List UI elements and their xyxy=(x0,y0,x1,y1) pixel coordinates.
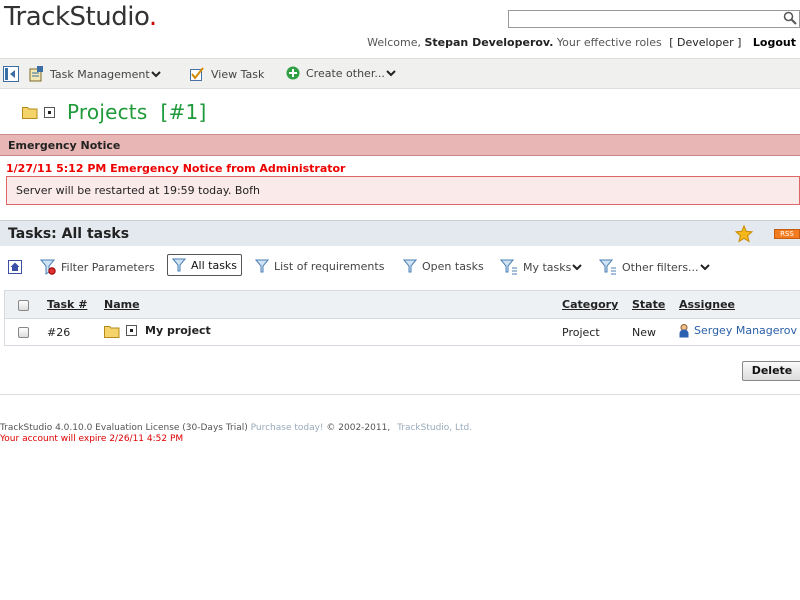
main-toolbar: Task Management View Task Create other..… xyxy=(0,58,800,89)
welcome-prefix: Welcome, xyxy=(367,36,421,49)
chevron-down-icon xyxy=(699,264,710,271)
user-icon xyxy=(679,324,689,341)
task-category: Project xyxy=(562,326,600,339)
user-name[interactable]: Stepan Developerov. xyxy=(424,36,553,49)
filter-parameters-button[interactable]: Filter Parameters xyxy=(40,259,155,275)
company-link[interactable]: TrackStudio, Ltd. xyxy=(397,423,472,433)
filter-icon xyxy=(255,259,269,273)
account-expire-notice: Your account will expire 2/26/11 4:52 PM xyxy=(0,434,184,444)
assignee-link[interactable]: Sergey Managerov xyxy=(694,324,797,337)
rss-button[interactable]: RSS xyxy=(774,229,800,239)
emergency-message: Server will be restarted at 19:59 today.… xyxy=(16,184,260,197)
logout-link[interactable]: Logout xyxy=(753,36,796,49)
view-task-icon xyxy=(190,67,204,81)
page-title-row: Projects [#1] xyxy=(22,100,206,124)
emergency-header-label: Emergency Notice xyxy=(8,139,121,152)
task-management-label: Task Management xyxy=(50,67,150,81)
emergency-message-box: Server will be restarted at 19:59 today.… xyxy=(6,176,800,205)
filter-settings-icon xyxy=(40,259,56,275)
page-title: Projects [#1] xyxy=(67,100,207,124)
footer-license: TrackStudio 4.0.10.0 Evaluation License … xyxy=(0,423,472,433)
search-icon[interactable] xyxy=(783,11,797,28)
task-number: #26 xyxy=(47,326,71,339)
filter-bar: Filter Parameters All tasks List of requ… xyxy=(0,250,800,282)
favorite-star-icon[interactable] xyxy=(734,224,754,246)
emergency-subtitle: 1/27/11 5:12 PM Emergency Notice from Ad… xyxy=(6,162,346,175)
emergency-header: Emergency Notice xyxy=(0,134,800,156)
tasks-title: Tasks: All tasks xyxy=(8,226,130,242)
copyright-text: © 2002-2011, xyxy=(326,423,391,433)
select-all-checkbox[interactable] xyxy=(18,300,29,311)
column-category[interactable]: Category xyxy=(562,298,618,311)
filter-stack-icon xyxy=(500,259,517,275)
table-header: Task # Name Category State Assignee xyxy=(5,291,800,319)
home-icon[interactable] xyxy=(8,260,27,274)
role-value: [ Developer ] xyxy=(669,36,742,49)
logo-text: TrackStudio xyxy=(4,2,149,32)
welcome-bar: Welcome, Stepan Developerov. Your effect… xyxy=(367,36,796,49)
all-tasks-filter[interactable]: All tasks xyxy=(167,254,243,276)
expand-icon[interactable] xyxy=(126,325,137,339)
filter-icon xyxy=(403,259,417,273)
search-box[interactable] xyxy=(508,10,800,28)
column-task-number[interactable]: Task # xyxy=(47,298,87,311)
my-tasks-label: My tasks xyxy=(523,260,572,274)
tasks-header: Tasks: All tasks RSS xyxy=(0,220,800,246)
table-row[interactable]: #26 My project Project New Sergey Manage… xyxy=(5,319,800,345)
license-text: TrackStudio 4.0.10.0 Evaluation License … xyxy=(0,423,248,433)
task-name-link[interactable]: My project xyxy=(145,324,211,337)
task-management-icon xyxy=(29,66,43,82)
list-of-requirements-filter[interactable]: List of requirements xyxy=(255,259,384,273)
purchase-link[interactable]: Purchase today! xyxy=(251,423,324,433)
search-input[interactable] xyxy=(509,11,779,27)
filter-parameters-label: Filter Parameters xyxy=(61,260,155,274)
folder-icon xyxy=(104,324,120,341)
app-logo[interactable]: TrackStudio. xyxy=(4,2,157,32)
task-state: New xyxy=(632,326,656,339)
logo-dot: . xyxy=(148,2,157,32)
roles-label: Your effective roles xyxy=(556,36,662,49)
other-filters-label: Other filters... xyxy=(622,260,699,274)
plus-icon xyxy=(286,66,300,80)
collapse-panel-icon[interactable] xyxy=(3,66,25,82)
expand-icon[interactable] xyxy=(44,106,55,118)
list-of-requirements-label: List of requirements xyxy=(274,259,385,273)
filter-stack-icon xyxy=(599,259,616,275)
open-tasks-label: Open tasks xyxy=(422,259,484,273)
task-management-menu[interactable]: Task Management xyxy=(28,66,161,82)
view-task-button[interactable]: View Task xyxy=(189,66,264,82)
my-tasks-menu[interactable]: My tasks xyxy=(500,259,583,275)
folder-icon xyxy=(22,107,38,119)
tasks-table: Task # Name Category State Assignee #26 … xyxy=(4,290,800,346)
column-state[interactable]: State xyxy=(632,298,665,311)
all-tasks-label: All tasks xyxy=(191,258,238,272)
chevron-down-icon xyxy=(572,264,583,271)
delete-button[interactable]: Delete xyxy=(742,361,800,381)
filter-icon xyxy=(172,258,186,272)
chevron-down-icon xyxy=(150,71,161,78)
create-other-menu[interactable]: Create other... xyxy=(286,66,396,80)
divider xyxy=(0,394,800,395)
row-checkbox[interactable] xyxy=(18,327,29,338)
other-filters-menu[interactable]: Other filters... xyxy=(599,259,710,275)
column-name[interactable]: Name xyxy=(104,298,140,311)
create-other-label: Create other... xyxy=(306,66,385,80)
view-task-label: View Task xyxy=(211,67,265,81)
column-assignee[interactable]: Assignee xyxy=(679,298,735,311)
open-tasks-filter[interactable]: Open tasks xyxy=(403,259,484,273)
chevron-down-icon xyxy=(386,70,396,77)
